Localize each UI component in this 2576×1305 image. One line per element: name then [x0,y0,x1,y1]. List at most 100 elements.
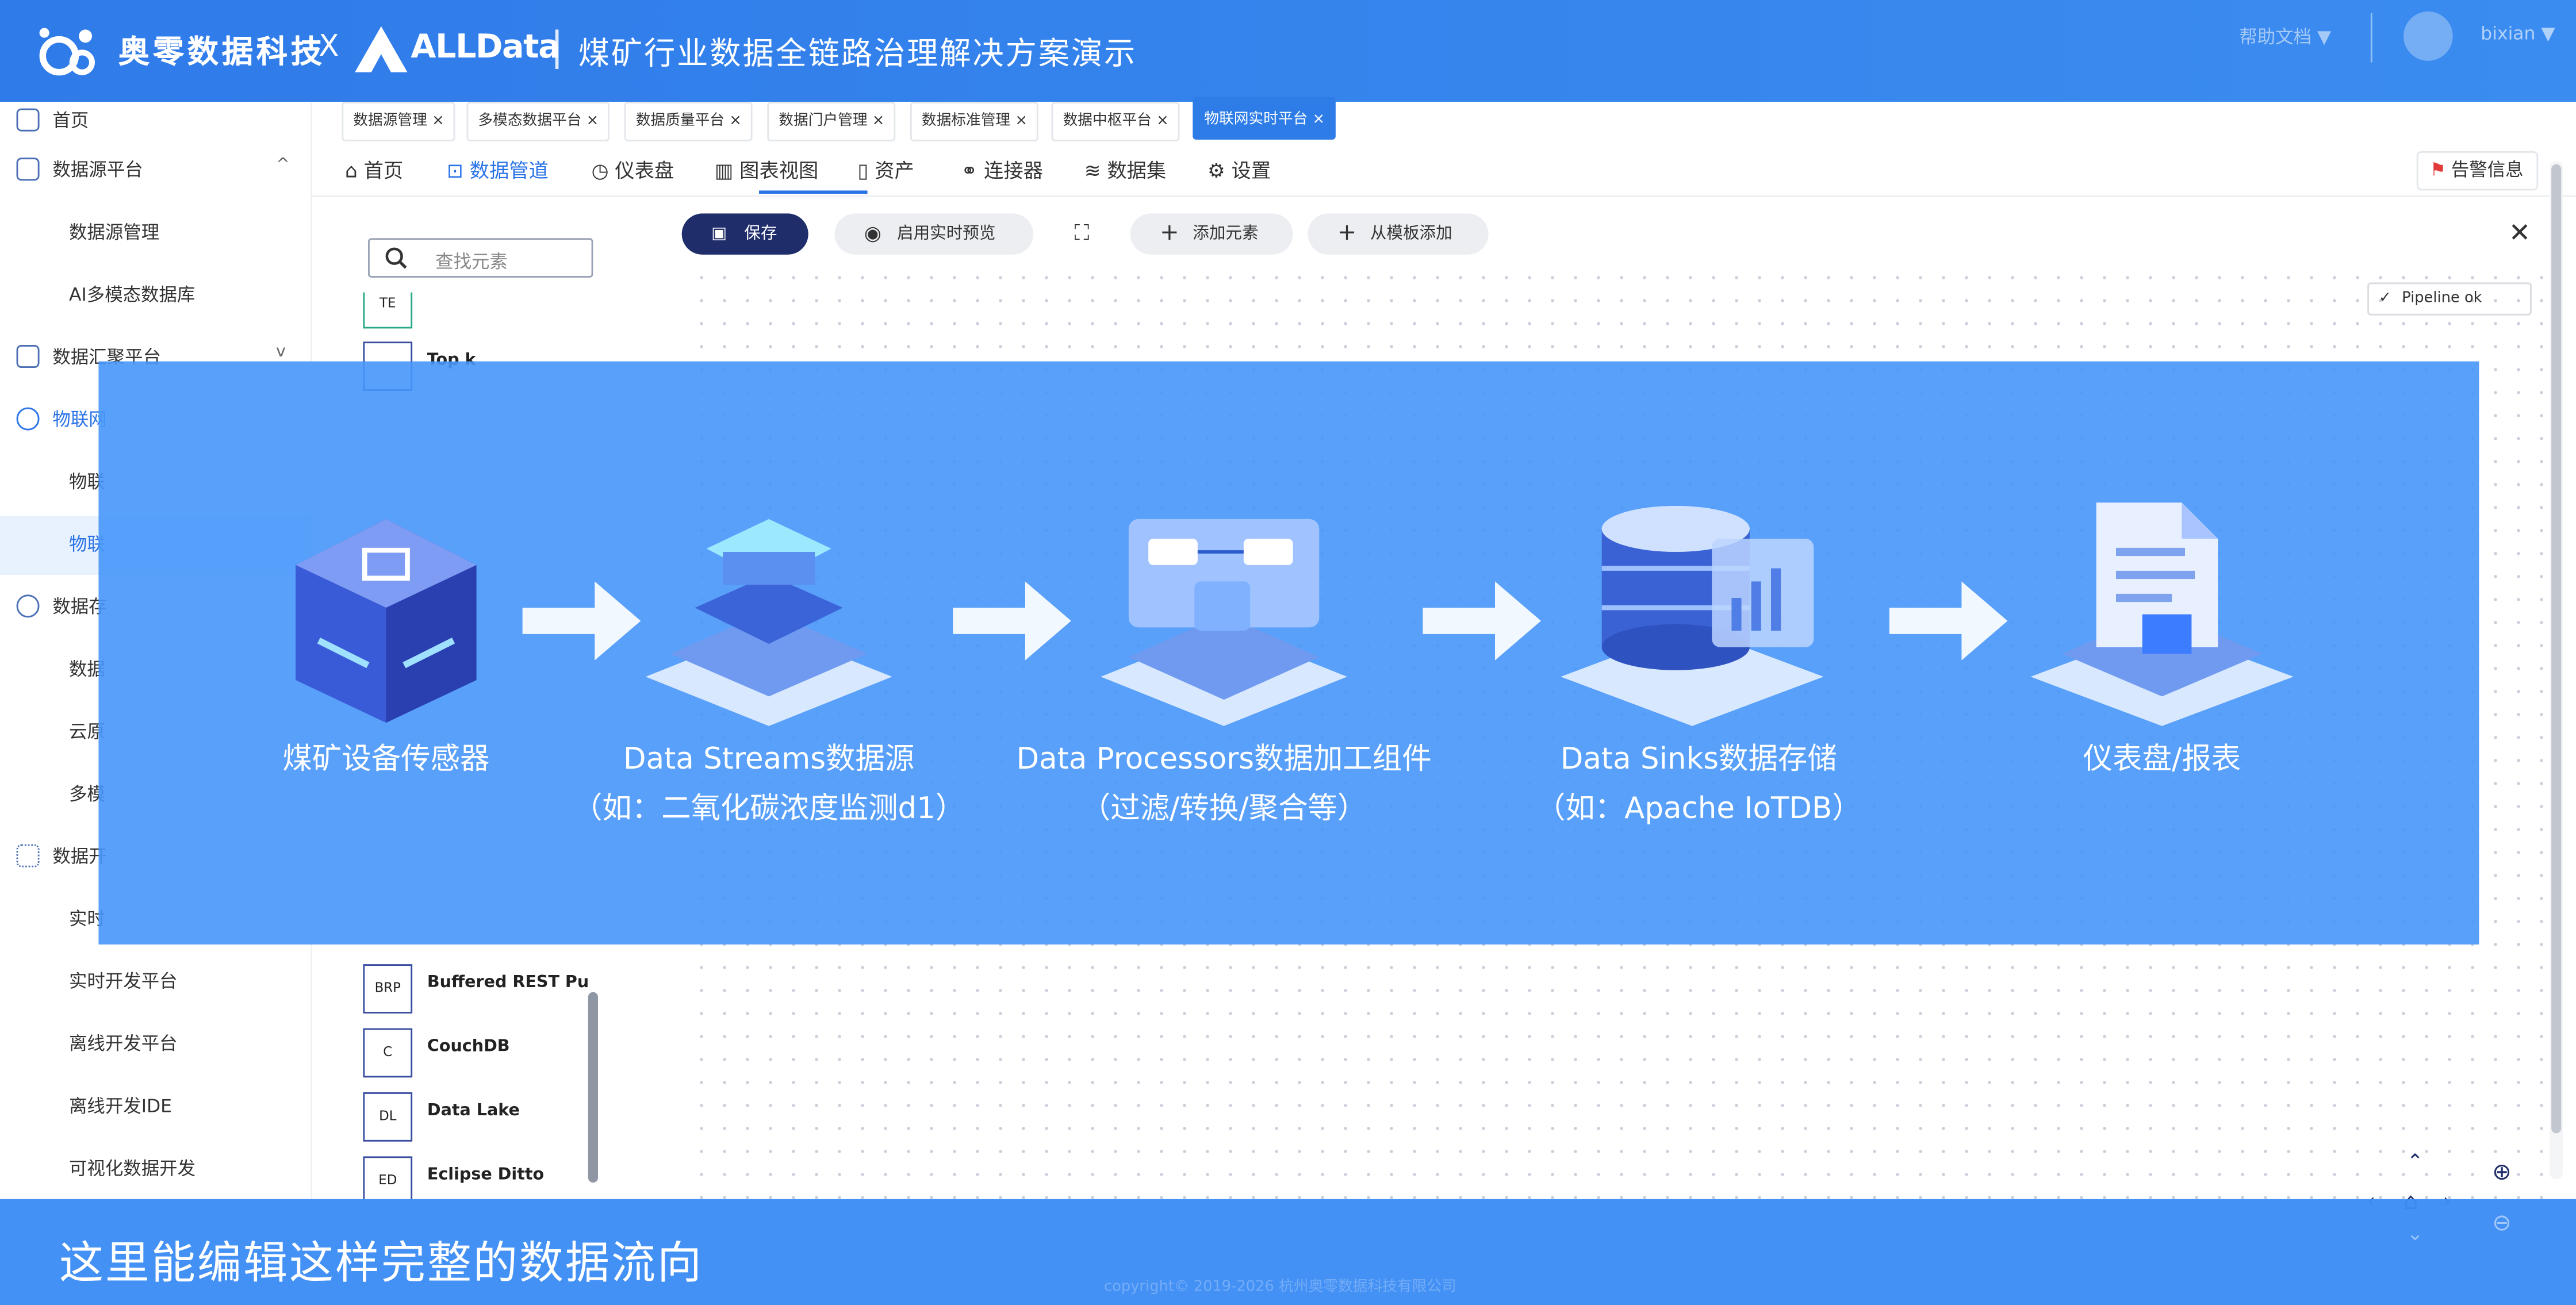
plus-icon: + [1160,220,1179,247]
tab-label: 物联网实时平台 [1204,112,1308,128]
database-icon [16,158,40,181]
preview-label: 启用实时预览 [897,225,996,243]
chevron-up-icon: ^ [276,156,290,174]
save-label: 保存 [744,225,777,243]
pan-down-icon[interactable]: ⌄ [2407,1222,2424,1245]
zoom-out-icon[interactable]: ⊖ [2492,1211,2512,1237]
screen: 奥零数据科技 X ALLData 煤矿行业数据全链路治理解决方案演示 帮助文档 … [0,0,2576,1305]
nav-label: 数据管道 [469,159,549,183]
nav-settings[interactable]: ⚙ 设置 [1208,156,1271,184]
pan-up-icon[interactable]: ⌃ [2407,1150,2424,1173]
layers-icon [16,345,40,368]
template-label: 从模板添加 [1370,225,1452,243]
active-nav-indicator [759,190,868,194]
nav-dashboard[interactable]: ◷ 仪表盘 [592,156,674,184]
tab-data-portal[interactable]: 数据门户管理 × [767,102,896,141]
nav-label: 设置 [1231,159,1271,183]
brand-bar: 奥零数据科技 X ALLData 煤矿行业数据全链路治理解决方案演示 帮助文档 … [0,0,2576,102]
sidebar-item-label: 数据源管理 [69,221,160,243]
nav-datasets[interactable]: ≋ 数据集 [1084,156,1167,184]
element-list-scrollbar[interactable] [588,992,598,1183]
plus-icon: + [1337,220,1357,247]
nav-connectors[interactable]: ⚭ 连接器 [961,156,1043,184]
element-search-input[interactable]: 查找元素 [368,238,593,278]
zoom-in-icon[interactable]: ⊕ [2492,1160,2512,1186]
stage-subtitle: （如：二氧化碳浓度监测d1） [572,792,965,827]
stage-title: 仪表盘/报表 [2083,742,2241,777]
sidebar-item-label: 离线开发IDE [69,1095,172,1117]
tab-label: 数据中枢平台 [1063,113,1152,130]
secondary-nav: ⌂ 首页 ⊡ 数据管道 ◷ 仪表盘 ▥ 图表视图 ▯ 资产 ⚭ 连接器 ≋ 数据… [312,144,2576,197]
stage-sinks-label: Data Sinks数据存储 （如：Apache IoTDB） [1518,736,1880,834]
tab-datasource-mgmt[interactable]: 数据源管理 × [342,102,456,141]
add-element-label: 添加元素 [1193,225,1259,243]
header-divider [2370,13,2372,63]
help-docs-menu[interactable]: 帮助文档 ▼ [2239,23,2331,49]
nav-label: 资产 [875,159,914,183]
stage-dashboard-label: 仪表盘/报表 [1998,736,2326,785]
alarm-icon: ⚑ [2429,159,2446,181]
element-badge: TE [363,292,413,329]
fit-view-icon[interactable]: ⛶ [1052,213,1113,254]
stage-processors-label: Data Processors数据加工组件 （过滤/转换/聚合等） [994,736,1454,834]
add-from-template-button[interactable]: + 从模板添加 [1308,213,1489,255]
eye-icon: ◉ [864,221,881,245]
nav-home[interactable]: ⌂ 首页 [345,156,403,184]
nav-assets[interactable]: ▯ 资产 [857,156,914,184]
tab-data-quality[interactable]: 数据质量平台 × [624,102,753,141]
sidebar-item-label: 数据源平台 [52,159,143,181]
tab-label: 数据质量平台 [635,113,725,130]
close-icon[interactable]: ✕ [2509,217,2531,248]
stage-title: Data Streams数据源 [623,742,915,777]
nav-label: 连接器 [984,159,1043,183]
list-item[interactable]: C CouchDB [358,1028,588,1091]
company-logo-icon [39,28,95,76]
sidebar-item-offline-dev[interactable]: 离线开发平台 [0,1015,310,1074]
sensor-device-icon [296,519,477,723]
dashboard-report-icon [2030,502,2294,726]
data-streams-icon [645,519,892,726]
tab-label: 数据标准管理 [921,113,1011,130]
list-item[interactable]: DL Data Lake [358,1092,588,1155]
brand-x: X [319,29,339,64]
stage-sensor-label: 煤矿设备传感器 [222,736,550,785]
live-preview-button[interactable]: ◉ 启用实时预览 [834,213,1034,255]
chevron-down-icon: v [276,343,286,362]
tab-label: 数据门户管理 [779,113,868,130]
sidebar-item-offline-ide[interactable]: 离线开发IDE [0,1077,310,1137]
add-element-button[interactable]: + 添加元素 [1130,213,1293,255]
sidebar-item-datasource-mgmt[interactable]: 数据源管理 [0,204,310,263]
stage-subtitle: （如：Apache IoTDB） [1535,792,1862,827]
sidebar-item-ai-multimodal-db[interactable]: AI多模态数据库 [0,266,310,325]
element-badge: C [363,1028,413,1078]
avatar[interactable] [2404,11,2453,61]
nav-label: 数据集 [1107,159,1167,183]
tab-multimodal[interactable]: 多模态数据平台 × [466,102,611,141]
user-menu[interactable]: bixian ▼ [2481,23,2555,44]
copyright-text: copyright© 2019-2026 杭州奥零数据科技有限公司 [1104,1279,1456,1296]
iot-icon [16,407,40,431]
sidebar-item-visual-dev[interactable]: 可视化数据开发 [0,1140,310,1199]
tab-data-standard[interactable]: 数据标准管理 × [910,102,1039,141]
tab-data-hub[interactable]: 数据中枢平台 × [1051,102,1180,141]
save-icon: ▣ [711,225,727,243]
page-title: 煤矿行业数据全链路治理解决方案演示 [578,36,1137,72]
list-item[interactable]: TE [358,292,588,342]
save-button[interactable]: ▣ 保存 [681,213,808,255]
alert-button[interactable]: ⚑ 告警信息 [2416,151,2539,191]
nav-chart-view[interactable]: ▥ 图表视图 [715,156,818,184]
sidebar-item-realtime-dev[interactable]: 实时开发平台 [0,953,310,1012]
element-name: Buffered REST Publis [427,974,588,992]
tab-label: 多模态数据平台 [478,113,582,130]
product-name: ALLData [411,26,560,66]
page-scrollbar[interactable] [2550,161,2563,1180]
list-item[interactable]: ED Eclipse Ditto [358,1156,588,1199]
stage-subtitle: （过滤/转换/聚合等） [1080,792,1367,827]
tab-label: 数据源管理 [353,113,427,130]
list-item[interactable]: BRP Buffered REST Publis [358,964,588,1027]
caption-text: 这里能编辑这样完整的数据流向 [59,1238,703,1289]
home-icon [16,108,40,132]
tab-iot-realtime[interactable]: 物联网实时平台 × [1193,97,1337,140]
nav-pipeline[interactable]: ⊡ 数据管道 [447,156,549,184]
sidebar-item-datasource-platform[interactable]: 数据源平台 ^ [0,141,310,201]
